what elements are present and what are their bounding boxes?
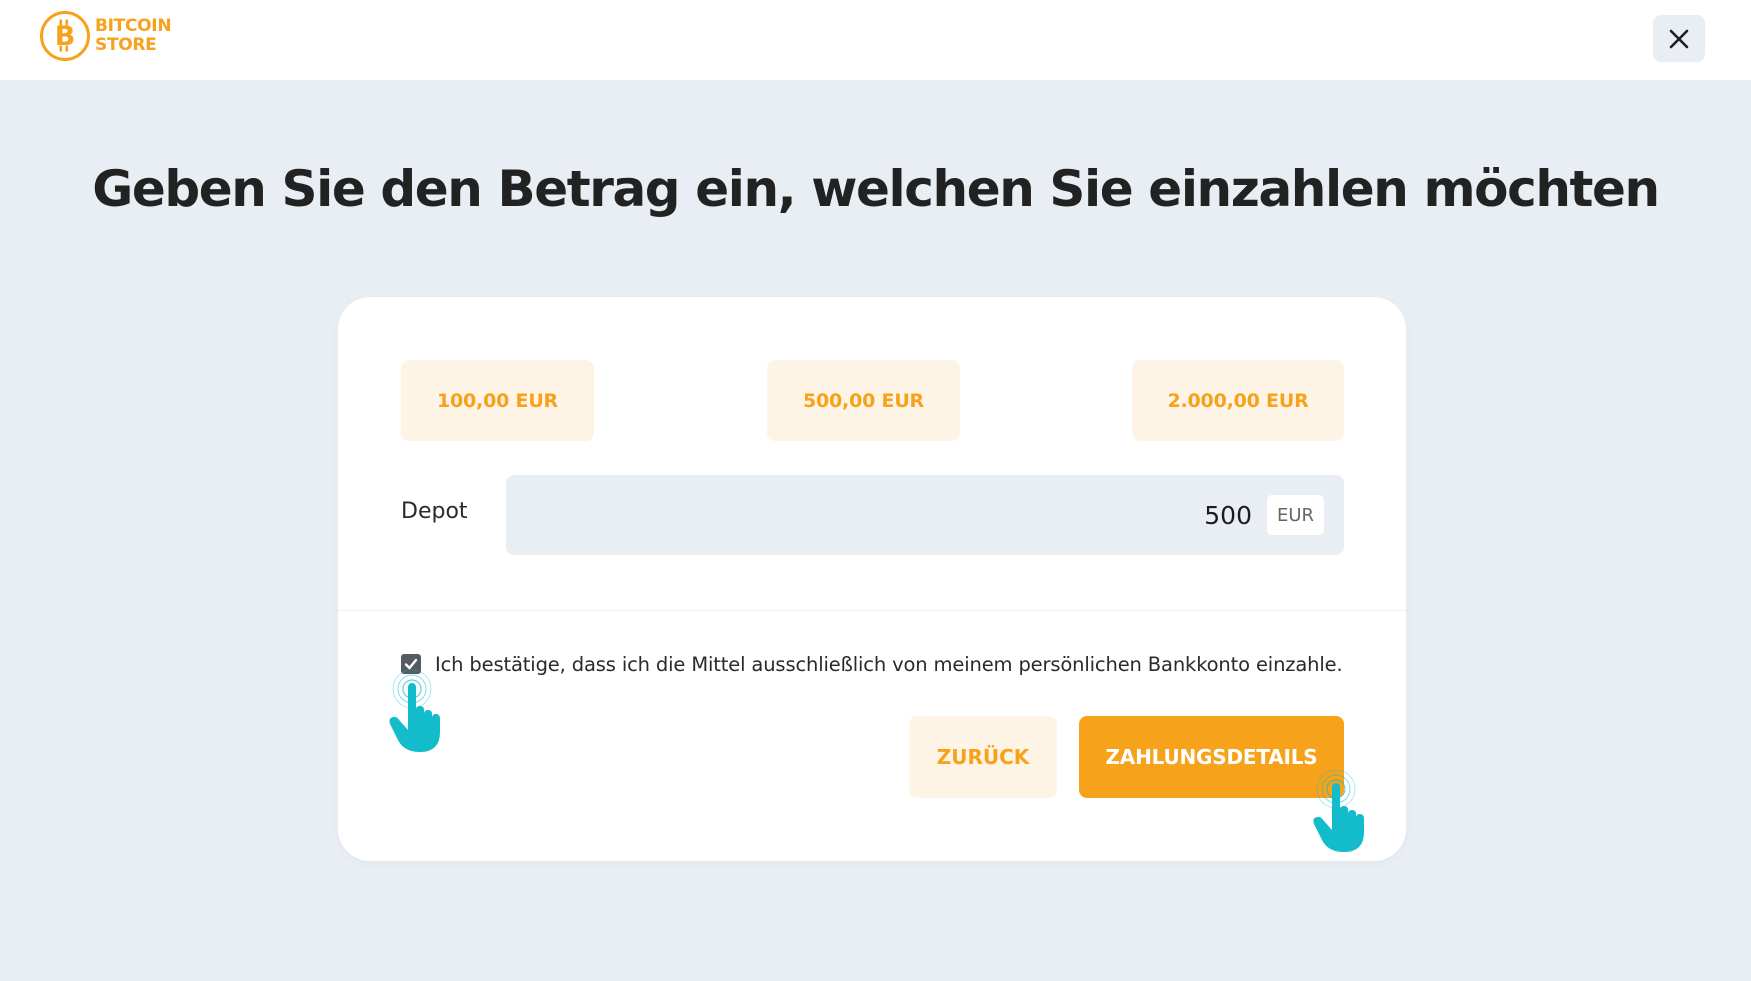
close-button[interactable] xyxy=(1653,15,1705,62)
preset-amount-100-button[interactable]: 100,00 EUR xyxy=(401,360,594,441)
logo-line-1: BITCOIN xyxy=(95,16,172,36)
confirmation-row: Ich bestätige, dass ich die Mittel aussc… xyxy=(401,651,1343,677)
confirmation-text[interactable]: Ich bestätige, dass ich die Mittel aussc… xyxy=(435,653,1343,676)
close-icon xyxy=(1669,29,1689,48)
preset-amount-500-button[interactable]: 500,00 EUR xyxy=(767,360,960,441)
deposit-amount-field[interactable]: EUR xyxy=(506,475,1344,555)
divider xyxy=(338,610,1406,611)
confirmation-checkbox[interactable] xyxy=(401,654,421,674)
page-title: Geben Sie den Betrag ein, welchen Sie ei… xyxy=(92,160,1660,218)
deposit-card: 100,00 EUR 500,00 EUR 2.000,00 EUR Depot… xyxy=(338,297,1406,861)
bitcoin-store-logo[interactable]: B BITCOIN STORE xyxy=(39,10,172,62)
deposit-label: Depot xyxy=(401,499,468,524)
bitcoin-coin-icon: B xyxy=(40,11,90,61)
currency-badge: EUR xyxy=(1267,495,1324,535)
svg-text:B: B xyxy=(55,21,76,52)
checkmark-icon xyxy=(404,658,418,670)
back-button[interactable]: ZURÜCK xyxy=(909,716,1057,798)
logo-line-2: STORE xyxy=(95,35,157,55)
preset-amount-2000-button[interactable]: 2.000,00 EUR xyxy=(1132,360,1344,441)
top-bar: B BITCOIN STORE xyxy=(0,0,1751,80)
payment-details-button[interactable]: ZAHLUNGSDETAILS xyxy=(1079,716,1344,798)
logo-wordmark: BITCOIN STORE xyxy=(95,16,172,55)
deposit-amount-input[interactable] xyxy=(652,475,1252,555)
